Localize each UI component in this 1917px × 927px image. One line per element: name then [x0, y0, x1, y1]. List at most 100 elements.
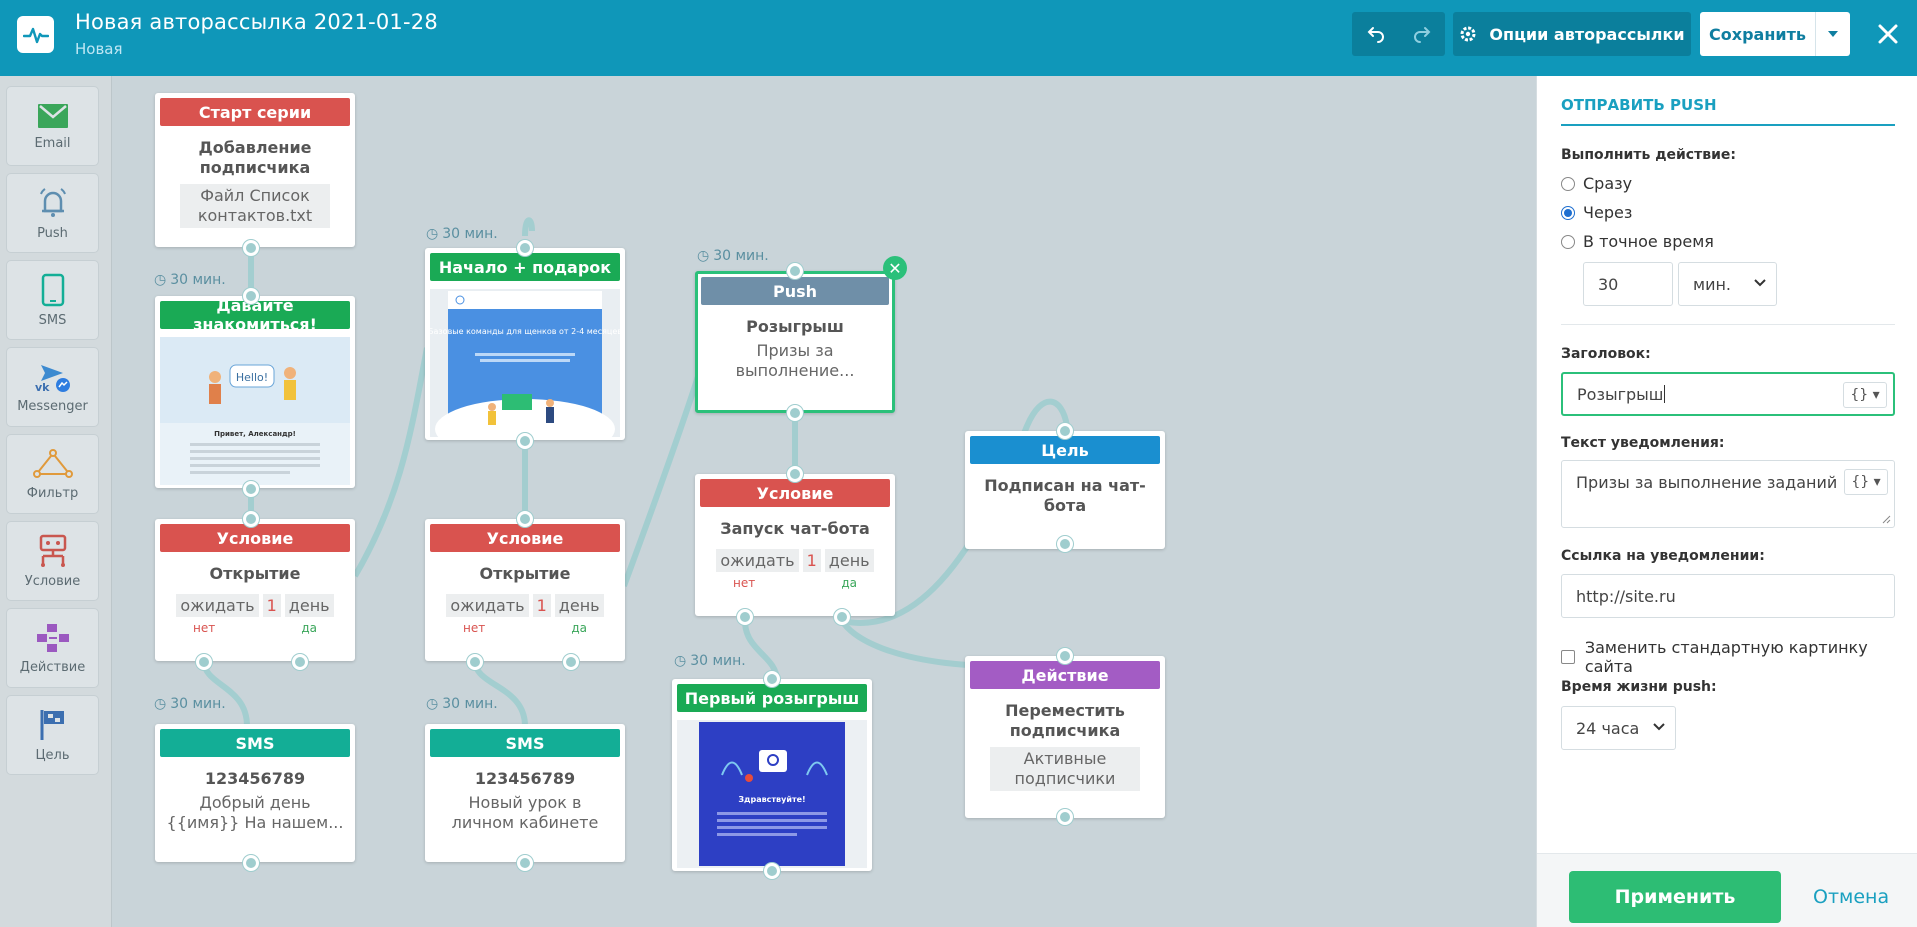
node-header: Давайте знакомиться! — [160, 296, 350, 334]
condition-icon — [39, 534, 66, 567]
radio-after[interactable]: Через — [1561, 203, 1632, 222]
pulse-icon — [22, 27, 49, 43]
close-button[interactable] — [1872, 18, 1904, 50]
tool-action[interactable]: Действие — [6, 608, 99, 688]
node-email-2[interactable]: Начало + подарок Базовые команды для щен… — [425, 248, 625, 440]
connector-dot[interactable] — [517, 240, 533, 256]
connector-dot[interactable] — [517, 433, 533, 449]
connector-dot[interactable] — [196, 654, 212, 670]
apply-button[interactable]: Применить — [1569, 871, 1781, 923]
tool-label: Цель — [35, 747, 70, 763]
connector-dot[interactable] — [467, 654, 483, 670]
app-logo[interactable] — [17, 16, 54, 53]
thumbnail-greeting: Привет, Александр! — [214, 430, 296, 438]
lifetime-select[interactable]: 24 часа — [1561, 706, 1676, 750]
delay-text: 30 мин. — [442, 226, 498, 242]
connector-dot[interactable] — [243, 240, 259, 256]
connector-dot[interactable] — [1057, 536, 1073, 552]
connector-dot[interactable] — [243, 511, 259, 527]
email-preview-image: Hello! Привет, Александр! — [160, 337, 350, 485]
connector-dot[interactable] — [292, 654, 308, 670]
node-condition-1[interactable]: Условие Открытие ожидать 1 день нет да — [155, 519, 355, 661]
delay-label: ◷ 30 мин. — [426, 696, 498, 712]
connector-dot[interactable] — [764, 863, 780, 879]
node-push[interactable]: Push Розыгрыш Призы за выполнение... — [695, 271, 895, 413]
node-email-3[interactable]: Первый розыгрыш Здравствуйте! — [672, 679, 872, 871]
delay-text: 30 мин. — [442, 696, 498, 712]
node-start[interactable]: Старт серии Добавление подписчика Файл С… — [155, 93, 355, 247]
tool-messenger[interactable]: vk Messenger — [6, 347, 99, 427]
flow-canvas[interactable]: ◷ 30 мин. ◷ 30 мин. ◷ 30 мин. ◷ 30 мин. ◷ 30 … — [112, 76, 1536, 927]
connector-dot[interactable] — [1057, 648, 1073, 664]
delay-text: 30 мин. — [690, 653, 746, 669]
connector-dot[interactable] — [1057, 809, 1073, 825]
connector-dot[interactable] — [787, 263, 803, 279]
variables-button[interactable]: {} ▾ — [1843, 382, 1887, 408]
connector-dot[interactable] — [787, 466, 803, 482]
delay-label: ◷ 30 мин. — [154, 272, 226, 288]
connector-dot[interactable] — [243, 855, 259, 871]
connector-dot[interactable] — [563, 654, 579, 670]
connector-dot[interactable] — [737, 609, 753, 625]
clock-icon: ◷ — [154, 696, 167, 712]
tool-push[interactable]: Push — [6, 173, 99, 253]
node-email-1[interactable]: Давайте знакомиться! Hello! Привет, Алек… — [155, 296, 355, 488]
radio-label: Через — [1583, 203, 1633, 222]
lifetime-label: Время жизни push: — [1561, 679, 1717, 695]
checkbox-label: Заменить стандартную картинку сайта — [1584, 638, 1868, 676]
delay-value-input[interactable]: 30 — [1583, 262, 1673, 306]
variables-button[interactable]: {} ▾ — [1844, 469, 1888, 495]
notification-text-area[interactable]: Призы за выполнение заданий {} ▾ — [1561, 460, 1895, 528]
connector-dot[interactable] — [764, 671, 780, 687]
redo-button[interactable] — [1399, 12, 1445, 56]
remove-node-button[interactable]: ✕ — [883, 256, 907, 280]
radio-circle-selected[interactable] — [1561, 205, 1575, 220]
tool-sms[interactable]: SMS — [6, 260, 99, 340]
connector-dot[interactable] — [834, 609, 850, 625]
connector-dot[interactable] — [787, 405, 803, 421]
text-label: Текст уведомления: — [1561, 435, 1725, 451]
node-condition-3[interactable]: Условие Запуск чат-бота ожидать 1 день н… — [695, 474, 895, 616]
clock-icon: ◷ — [426, 226, 439, 242]
node-sms-2[interactable]: SMS 123456789 Новый урок в личном кабине… — [425, 724, 625, 862]
resize-handle-icon[interactable] — [1882, 515, 1891, 524]
tool-goal[interactable]: Цель — [6, 695, 99, 775]
radio-exact-time[interactable]: В точное время — [1561, 232, 1714, 251]
connector-dot[interactable] — [243, 481, 259, 497]
node-condition-2[interactable]: Условие Открытие ожидать 1 день нет да — [425, 519, 625, 661]
undo-button[interactable] — [1353, 12, 1399, 56]
node-title: Подписан на чат-бота — [984, 476, 1146, 515]
heading-input[interactable]: Розыгрыш {} ▾ — [1561, 372, 1895, 416]
delay-unit-select[interactable]: мин. — [1678, 262, 1777, 306]
connector-dot[interactable] — [243, 288, 259, 304]
node-header: Push — [701, 277, 889, 305]
node-title: Розыгрыш — [746, 317, 844, 336]
flag-icon — [40, 709, 64, 740]
connector-dot[interactable] — [517, 855, 533, 871]
tool-filter[interactable]: Фильтр — [6, 434, 99, 514]
link-input[interactable]: http://site.ru — [1561, 574, 1895, 618]
save-dropdown-button[interactable] — [1815, 12, 1850, 56]
tool-email[interactable]: Email — [6, 86, 99, 166]
action-icon — [36, 623, 69, 652]
checkbox-box[interactable] — [1561, 650, 1575, 664]
connector-dot[interactable] — [1057, 423, 1073, 439]
branch-labels: нет да — [155, 621, 355, 635]
options-button[interactable]: Опции авторассылки — [1453, 12, 1691, 56]
replace-image-checkbox[interactable]: Заменить стандартную картинку сайта — [1561, 638, 1917, 676]
connector-dot[interactable] — [517, 511, 533, 527]
save-button[interactable]: Сохранить — [1700, 12, 1815, 56]
cancel-link[interactable]: Отмена — [1813, 886, 1889, 908]
node-goal[interactable]: Цель Подписан на чат-бота — [965, 431, 1165, 549]
thumbnail-bubble-text: Hello! — [236, 371, 268, 384]
radio-circle[interactable] — [1561, 176, 1575, 191]
tool-condition[interactable]: Условие — [6, 521, 99, 601]
undo-redo-group — [1352, 12, 1445, 56]
node-sms-1[interactable]: SMS 123456789 Добрый день {{имя}} На наш… — [155, 724, 355, 862]
radio-circle[interactable] — [1561, 234, 1575, 249]
node-action[interactable]: Действие Переместить подписчика Активные… — [965, 656, 1165, 818]
node-description: Новый урок в личном кабинете — [451, 793, 599, 832]
chevron-down-icon — [1754, 279, 1766, 287]
action-label: Выполнить действие: — [1561, 147, 1736, 163]
radio-immediately[interactable]: Сразу — [1561, 174, 1632, 193]
